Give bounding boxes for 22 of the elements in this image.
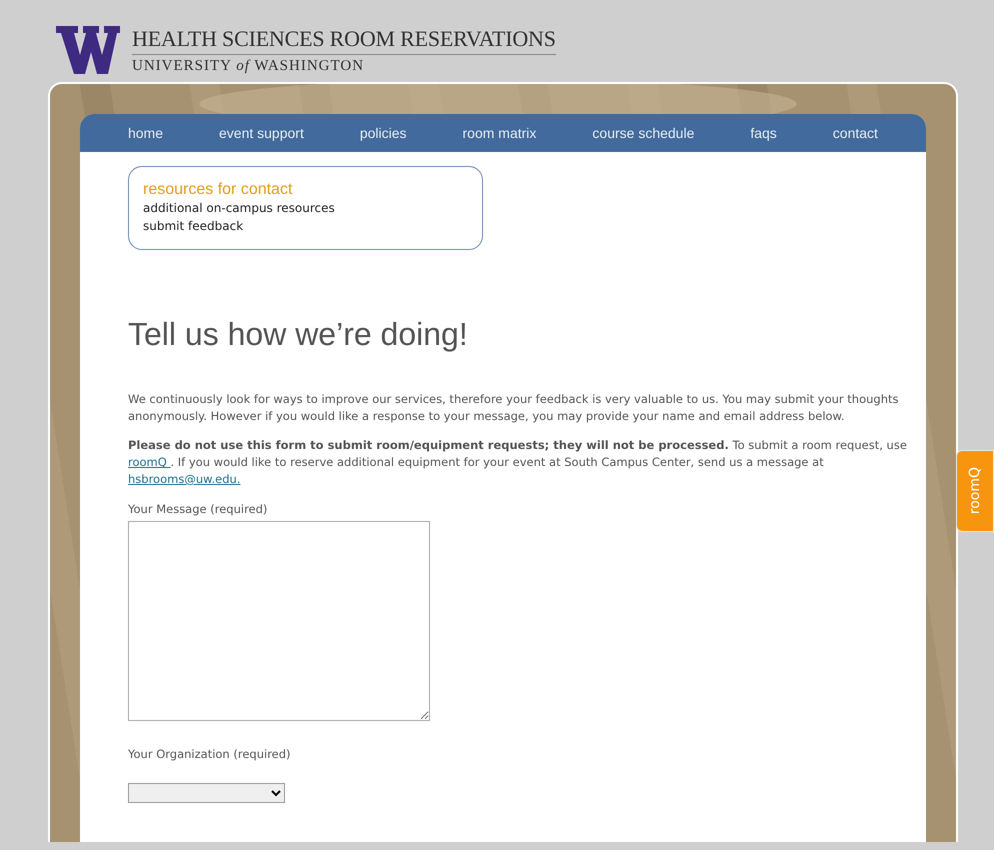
sidebar-link[interactable]: additional on-campus resources — [143, 199, 468, 217]
intro-paragraph: We continuously look for ways to improve our services, therefore your feedback is very valuable to us. You may submit your thoughts anonymously. However if you would like a response to your message, you may provide your name and email address below. — [128, 391, 900, 425]
nav-link[interactable]: faqs — [750, 125, 777, 141]
nav-link[interactable]: room matrix — [462, 125, 536, 141]
field-label: Your Organization (required) — [128, 747, 292, 761]
roomq-link[interactable]: roomQ — [128, 455, 170, 469]
field-label: Your Message (required) — [128, 502, 268, 516]
nav-link[interactable]: event support — [219, 125, 304, 141]
nav-link[interactable]: contact — [832, 125, 878, 141]
site-title: HEALTH SCIENCES ROOM RESERVATIONS — [132, 26, 556, 55]
university-name: UNIVERSITY of WASHINGTON — [132, 58, 366, 75]
notice-paragraph: Please do not use this form to submit room/equipment requests; they will not be processed. To submit a room request, use roomQ . If you would like to reserve additional equipment for your event at South Campus Center, send us a message at hsbrooms@uw.edu. — [128, 437, 908, 488]
nav-link[interactable]: course schedule — [592, 125, 694, 141]
page-heading: Tell us how we’re doing! — [128, 316, 469, 353]
sidebar-title: resources for contact — [143, 181, 294, 199]
email-link[interactable]: hsbrooms@uw.edu. — [128, 472, 240, 486]
organization-dropdown[interactable] — [128, 783, 285, 803]
message-field[interactable] — [128, 521, 430, 721]
sidebar-link[interactable]: submit feedback — [143, 217, 468, 235]
nav-link[interactable]: home — [128, 125, 164, 141]
nav-link[interactable]: policies — [360, 125, 407, 141]
logo-icon — [56, 26, 120, 74]
